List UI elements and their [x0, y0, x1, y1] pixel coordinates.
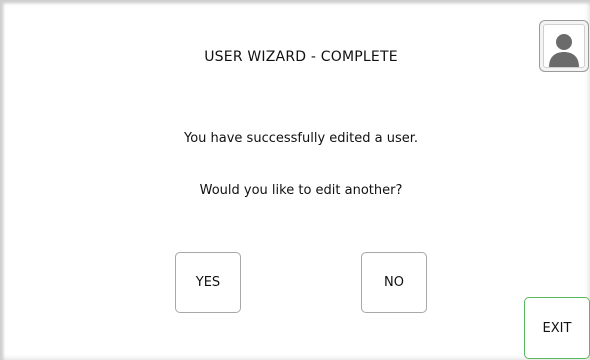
yes-button-label: YES	[195, 275, 221, 290]
exit-button-label: EXIT	[542, 320, 572, 336]
user-icon	[549, 34, 579, 67]
no-button[interactable]: NO	[361, 252, 427, 313]
success-message: You have successfully edited a user.	[183, 131, 419, 146]
wizard-complete-screen: USER WIZARD - COMPLETE You have successf…	[0, 0, 590, 360]
edit-another-prompt: Would you like to edit another?	[199, 183, 403, 198]
frame-shadow	[1, 1, 590, 5]
exit-button[interactable]: EXIT	[524, 297, 590, 359]
user-icon-frame	[543, 24, 585, 68]
yes-button[interactable]: YES	[175, 252, 241, 313]
no-button-label: NO	[384, 275, 404, 290]
user-button[interactable]	[539, 20, 589, 72]
page-title: USER WIZARD - COMPLETE	[204, 49, 398, 65]
